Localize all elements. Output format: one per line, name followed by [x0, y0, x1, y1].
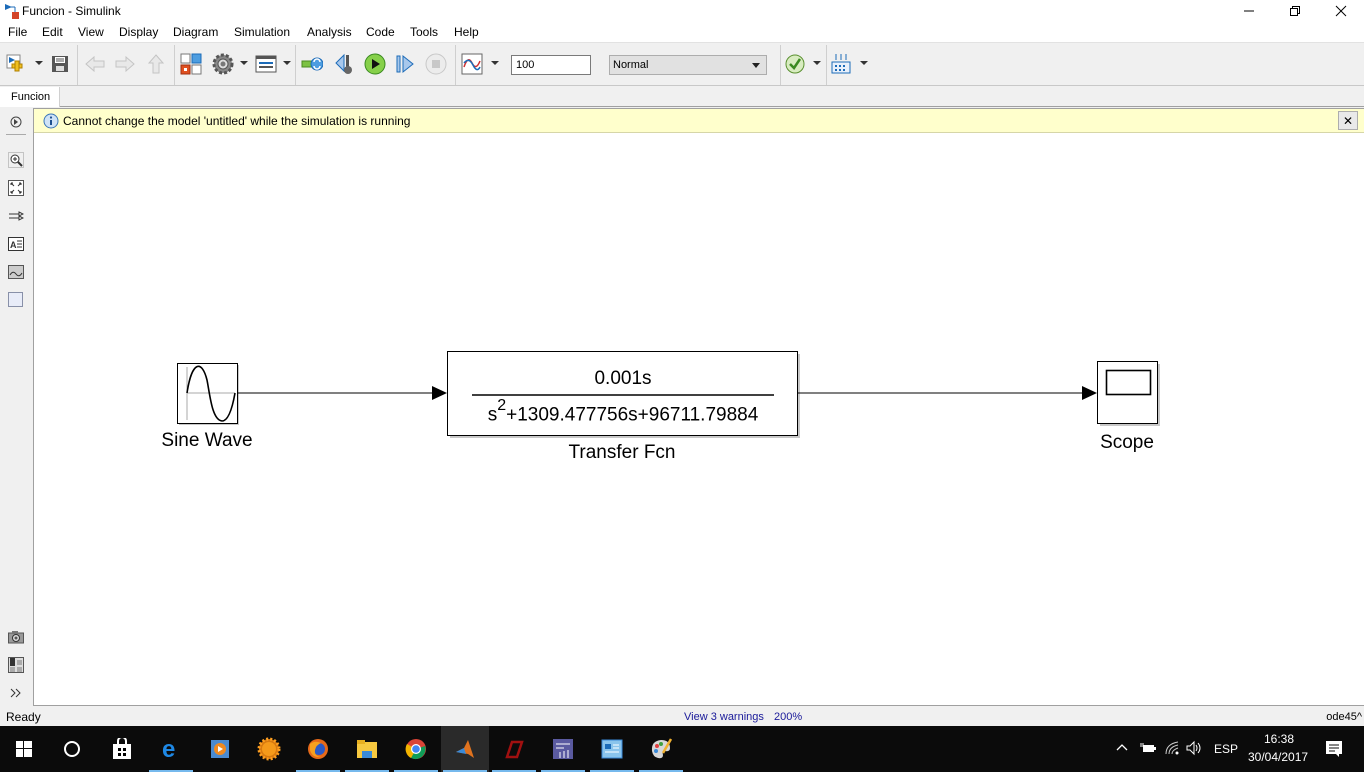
folder-icon — [357, 740, 377, 758]
store-icon — [113, 738, 131, 759]
firefox-icon — [308, 739, 328, 759]
arrowhead-icon — [1082, 386, 1097, 400]
windows-taskbar: e ESP 16:38 30/04/2017 — [0, 726, 1364, 772]
taskbar-media-player[interactable] — [196, 726, 244, 772]
taskbar-chrome[interactable] — [392, 726, 440, 772]
volume-icon[interactable] — [1186, 740, 1204, 756]
taskbar-weather[interactable] — [245, 726, 293, 772]
start-button[interactable] — [0, 726, 48, 772]
tf-denominator-s: s — [487, 404, 498, 426]
clock-date[interactable]: 30/04/2017 — [1248, 750, 1308, 764]
taskbar-store[interactable] — [98, 726, 146, 772]
settings-panel-icon — [553, 739, 573, 759]
action-center-icon[interactable] — [1325, 740, 1343, 758]
matlab-icon — [456, 740, 474, 758]
input-language[interactable]: ESP — [1214, 742, 1238, 756]
paint-palette-icon — [651, 738, 673, 759]
solver-selector[interactable]: ode45^ — [1326, 711, 1362, 723]
media-player-icon — [211, 740, 229, 758]
status-bar: Ready View 3 warnings 200% ode45^ — [0, 707, 1364, 726]
tf-denominator: s2+1309.477756s+96711.79884 — [472, 397, 774, 426]
tf-denominator-exponent: 2 — [497, 397, 507, 414]
chrome-icon — [405, 739, 426, 760]
taskbar-app-settings[interactable] — [539, 726, 587, 772]
sine-wave-block[interactable] — [177, 363, 240, 426]
weather-sun-icon — [257, 737, 281, 761]
transfer-fcn-label: Transfer Fcn — [568, 442, 676, 463]
cortana-icon — [64, 741, 80, 757]
cortana-button[interactable] — [48, 726, 96, 772]
tf-numerator: 0.001s — [594, 368, 652, 389]
sine-wave-label: Sine Wave — [161, 430, 253, 451]
status-text: Ready — [6, 710, 41, 724]
edge-icon: e — [162, 738, 175, 760]
scope-block[interactable] — [1097, 361, 1161, 427]
scope-screen-icon — [1105, 369, 1152, 396]
show-hidden-icons-icon[interactable] — [1116, 742, 1128, 752]
taskbar-edge[interactable]: e — [147, 726, 195, 772]
scope-label: Scope — [1100, 432, 1154, 453]
taskbar-matlab[interactable] — [441, 726, 489, 772]
taskbar-control-panel[interactable] — [588, 726, 636, 772]
taskbar-firefox[interactable] — [294, 726, 342, 772]
arrowhead-icon — [432, 386, 447, 400]
tf-denominator-rest: +1309.477756s+96711.79884 — [506, 404, 759, 426]
wifi-icon[interactable] — [1164, 740, 1180, 756]
taskbar-acrobat[interactable] — [490, 726, 538, 772]
taskbar-paint[interactable] — [637, 726, 685, 772]
svg-text:e: e — [162, 738, 175, 760]
control-panel-icon — [601, 739, 623, 759]
taskbar-file-explorer[interactable] — [343, 726, 391, 772]
acrobat-icon — [505, 740, 524, 759]
windows-start-icon — [16, 741, 32, 757]
view-warnings-link[interactable]: View 3 warnings — [684, 711, 764, 723]
clock-time[interactable]: 16:38 — [1264, 732, 1294, 746]
battery-icon[interactable] — [1140, 742, 1156, 754]
zoom-level: 200% — [774, 711, 803, 723]
